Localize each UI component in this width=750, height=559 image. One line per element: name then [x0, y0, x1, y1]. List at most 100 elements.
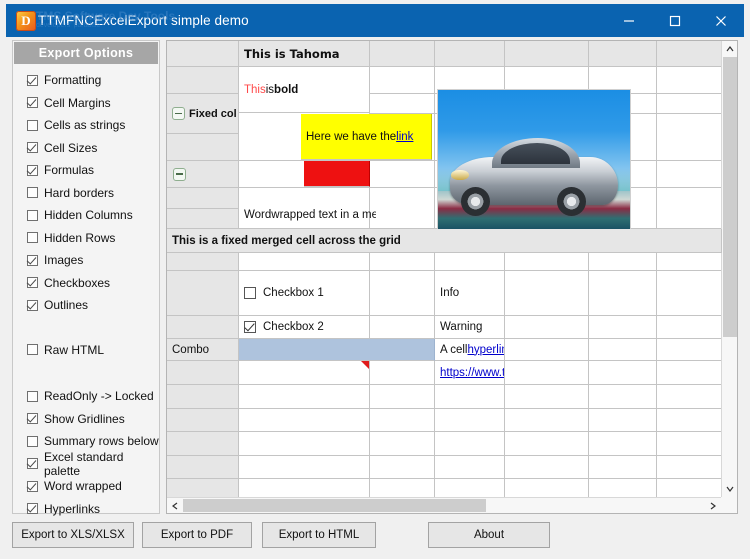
grid-cell[interactable]: [657, 114, 722, 161]
grid-cell[interactable]: [505, 316, 589, 339]
about-button[interactable]: About: [428, 522, 550, 548]
grid-cell[interactable]: [370, 161, 435, 188]
grid-cell[interactable]: [505, 271, 589, 316]
grid-cell[interactable]: [589, 316, 657, 339]
checkbox-icon[interactable]: [27, 255, 38, 266]
option-hyperlinks[interactable]: Hyperlinks: [13, 498, 159, 521]
grid-cell[interactable]: [370, 456, 435, 479]
checkbox-icon[interactable]: [27, 391, 38, 402]
checkbox-icon[interactable]: [27, 277, 38, 288]
horizontal-scroll-thumb[interactable]: [183, 499, 486, 512]
option-word-wrapped[interactable]: Word wrapped: [13, 475, 159, 498]
grid-cell[interactable]: [657, 339, 722, 361]
option-excel-standard-palette[interactable]: Excel standard palette: [13, 453, 159, 476]
grid-cell-yellow-link[interactable]: Here we have the link: [301, 114, 432, 160]
grid-cell-bold-text[interactable]: This is bold: [239, 67, 370, 113]
grid-cell[interactable]: [370, 361, 435, 385]
grid-cell[interactable]: [657, 361, 722, 385]
url-link[interactable]: https://www.tmssof: [440, 367, 505, 379]
grid-cell[interactable]: [589, 339, 657, 361]
grid-cell-red[interactable]: [304, 161, 370, 187]
option-cell-sizes[interactable]: Cell Sizes: [13, 137, 159, 160]
grid-cell[interactable]: [370, 67, 435, 94]
grid-cell[interactable]: [589, 479, 657, 498]
grid-cell[interactable]: [589, 253, 657, 271]
grid-cell[interactable]: [167, 479, 239, 498]
checkbox-icon[interactable]: [27, 165, 38, 176]
grid-cell[interactable]: [435, 456, 505, 479]
checkbox-icon[interactable]: [27, 142, 38, 153]
grid-cell-url[interactable]: https://www.tmssof: [435, 361, 505, 385]
grid-cell[interactable]: [435, 385, 505, 409]
close-icon[interactable]: [698, 4, 744, 37]
export-html-button[interactable]: Export to HTML: [262, 522, 376, 548]
grid-cell-checkbox-2[interactable]: Checkbox 2: [239, 316, 370, 339]
grid-cell[interactable]: [657, 316, 722, 339]
grid-cell[interactable]: [505, 339, 589, 361]
grid-cell[interactable]: [239, 409, 370, 432]
checkbox-icon[interactable]: [27, 75, 38, 86]
option-readonly-locked[interactable]: ReadOnly -> Locked: [13, 385, 159, 408]
grid-checkbox-1-icon[interactable]: [244, 287, 256, 299]
grid-cell[interactable]: [505, 479, 589, 498]
grid-cell[interactable]: [167, 41, 239, 67]
minimize-icon[interactable]: [606, 4, 652, 37]
grid-cell[interactable]: [370, 271, 435, 316]
option-images[interactable]: Images: [13, 249, 159, 272]
grid-cell[interactable]: [167, 253, 239, 271]
grid-cell[interactable]: [589, 271, 657, 316]
yellow-link[interactable]: link: [396, 131, 413, 143]
grid-cell[interactable]: [657, 271, 722, 316]
grid-cell[interactable]: [435, 479, 505, 498]
grid-cell[interactable]: [370, 432, 435, 456]
option-show-gridlines[interactable]: Show Gridlines: [13, 408, 159, 431]
grid-cell[interactable]: [167, 361, 239, 385]
collapse-node-icon[interactable]: [172, 107, 185, 120]
grid-cell[interactable]: [239, 456, 370, 479]
grid-cell-fixed-col[interactable]: Fixed col: [167, 94, 239, 134]
grid-cell[interactable]: [657, 67, 722, 94]
grid-cell[interactable]: [370, 94, 435, 114]
grid-cell[interactable]: [589, 385, 657, 409]
scroll-left-icon[interactable]: [167, 498, 183, 514]
grid-cell[interactable]: [167, 134, 239, 161]
grid-cell[interactable]: [657, 432, 722, 456]
grid-cell[interactable]: [167, 188, 239, 209]
checkbox-icon[interactable]: [27, 458, 38, 469]
grid-cell[interactable]: [239, 479, 370, 498]
checkbox-icon[interactable]: [27, 210, 38, 221]
grid-cell[interactable]: [370, 385, 435, 409]
grid-cell[interactable]: [370, 316, 435, 339]
grid-cell[interactable]: [370, 41, 435, 67]
grid-cell[interactable]: [657, 385, 722, 409]
grid-cell[interactable]: [435, 253, 505, 271]
grid-cell[interactable]: [589, 409, 657, 432]
grid-cell[interactable]: [167, 432, 239, 456]
checkbox-icon[interactable]: [27, 97, 38, 108]
cell-hyperlink[interactable]: hyperlink: [468, 344, 506, 356]
grid-cell[interactable]: [370, 479, 435, 498]
option-cell-margins[interactable]: Cell Margins: [13, 92, 159, 115]
grid-cell[interactable]: [589, 432, 657, 456]
grid-cell[interactable]: [239, 432, 370, 456]
grid-cell[interactable]: [657, 409, 722, 432]
grid-cell[interactable]: [589, 456, 657, 479]
grid-cell-comment[interactable]: [239, 361, 370, 385]
checkbox-icon[interactable]: [27, 187, 38, 198]
scroll-down-icon[interactable]: [722, 481, 738, 497]
grid-cell[interactable]: [657, 94, 722, 114]
checkbox-icon[interactable]: [27, 232, 38, 243]
grid-cell[interactable]: [505, 456, 589, 479]
grid-cell[interactable]: [239, 253, 370, 271]
grid-cell[interactable]: [167, 271, 239, 316]
grid-cell[interactable]: [167, 316, 239, 339]
option-outlines[interactable]: Outlines: [13, 294, 159, 317]
option-raw-html[interactable]: Raw HTML: [13, 339, 159, 362]
collapse-node-icon[interactable]: [173, 168, 186, 181]
grid-cell[interactable]: [167, 409, 239, 432]
option-checkboxes[interactable]: Checkboxes: [13, 272, 159, 295]
option-formatting[interactable]: Formatting: [13, 69, 159, 92]
grid-merged-header-row[interactable]: This is a fixed merged cell across the g…: [167, 229, 722, 253]
checkbox-icon[interactable]: [27, 503, 38, 514]
grid-vertical-scrollbar[interactable]: [721, 41, 737, 497]
